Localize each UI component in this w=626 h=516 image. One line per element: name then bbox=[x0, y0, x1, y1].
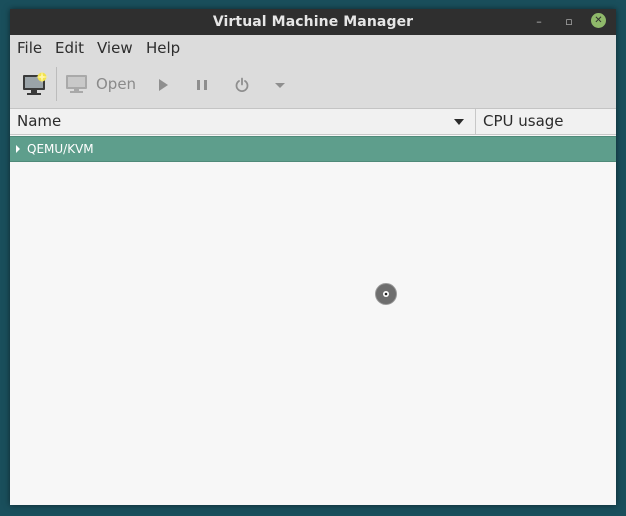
play-icon bbox=[159, 79, 168, 91]
new-vm-button[interactable] bbox=[20, 71, 50, 97]
column-header-cpu-usage[interactable]: CPU usage bbox=[476, 109, 616, 134]
menu-view[interactable]: View bbox=[97, 35, 133, 61]
shutdown-menu-button[interactable] bbox=[271, 76, 289, 94]
title-bar[interactable]: Virtual Machine Manager – ▫ ✕ bbox=[10, 9, 616, 35]
expander-arrow-icon[interactable] bbox=[15, 145, 21, 153]
window-title: Virtual Machine Manager bbox=[212, 14, 414, 30]
shutdown-button[interactable] bbox=[233, 76, 251, 94]
connection-label: QEMU/KVM bbox=[27, 142, 94, 156]
run-button[interactable] bbox=[154, 76, 172, 94]
open-button-label: Open bbox=[96, 75, 137, 93]
menu-file[interactable]: File bbox=[17, 35, 42, 61]
busy-cursor-icon bbox=[375, 283, 397, 305]
column-header-cpu-usage-label: CPU usage bbox=[483, 112, 564, 130]
sort-descending-icon bbox=[454, 119, 464, 125]
close-icon: ✕ bbox=[594, 15, 603, 26]
dropdown-arrow-icon bbox=[275, 83, 285, 88]
column-header-name-label: Name bbox=[17, 112, 62, 130]
menu-help[interactable]: Help bbox=[146, 35, 180, 61]
monitor-sparkle-icon bbox=[23, 71, 48, 95]
toolbar-separator bbox=[56, 67, 57, 101]
pause-button[interactable] bbox=[193, 76, 211, 94]
menu-edit[interactable]: Edit bbox=[55, 35, 84, 61]
vm-list[interactable]: QEMU/KVM bbox=[10, 135, 616, 505]
power-icon bbox=[235, 77, 249, 92]
app-window: Virtual Machine Manager – ▫ ✕ File Edit … bbox=[10, 9, 616, 505]
monitor-icon bbox=[66, 75, 87, 93]
minimize-icon: – bbox=[536, 15, 542, 28]
close-button[interactable]: ✕ bbox=[591, 13, 606, 28]
pause-icon bbox=[197, 80, 207, 90]
menu-bar: File Edit View Help bbox=[10, 35, 616, 61]
toolbar: Open bbox=[10, 61, 616, 109]
table-row[interactable]: QEMU/KVM bbox=[10, 136, 616, 162]
column-header-name[interactable]: Name bbox=[10, 109, 476, 134]
maximize-icon: ▫ bbox=[565, 15, 573, 28]
maximize-button[interactable]: ▫ bbox=[561, 14, 577, 30]
minimize-button[interactable]: – bbox=[531, 14, 547, 30]
table-header: Name CPU usage bbox=[10, 109, 616, 135]
